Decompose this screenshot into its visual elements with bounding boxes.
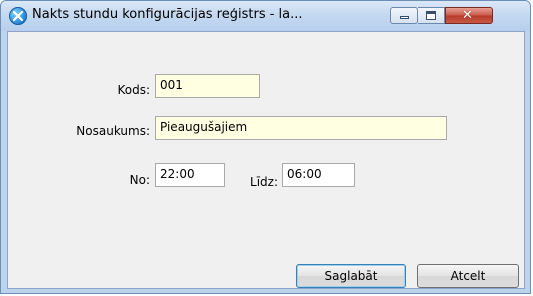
- minimize-button[interactable]: [390, 7, 418, 24]
- name-field[interactable]: Pieaugušajiem: [155, 116, 447, 140]
- from-time-field[interactable]: 22:00: [155, 163, 225, 187]
- app-globe-icon[interactable]: [9, 7, 27, 25]
- close-button[interactable]: ✕: [445, 7, 493, 24]
- maximize-button[interactable]: [418, 7, 445, 24]
- window-title: Nakts stundu konfigurācijas reģistrs - l…: [32, 7, 303, 22]
- from-label: No:: [129, 173, 150, 187]
- maximize-icon: [426, 11, 436, 20]
- close-icon: ✕: [462, 8, 473, 23]
- minimize-icon: [400, 16, 409, 19]
- title-bar[interactable]: Nakts stundu konfigurācijas reģistrs - l…: [1, 1, 530, 31]
- to-time-field[interactable]: 06:00: [282, 163, 355, 187]
- code-field[interactable]: 001: [155, 74, 260, 98]
- to-label: Līdz:: [250, 175, 278, 189]
- cancel-button[interactable]: Atcelt: [417, 264, 519, 288]
- name-label: Nosaukums:: [76, 124, 150, 138]
- dialog-body: Kods: 001 Nosaukums: Pieaugušajiem No: 2…: [7, 31, 525, 289]
- code-label: Kods:: [117, 83, 150, 97]
- save-button[interactable]: Saglabāt: [296, 264, 406, 288]
- dialog-window: Nakts stundu konfigurācijas reģistrs - l…: [0, 0, 531, 294]
